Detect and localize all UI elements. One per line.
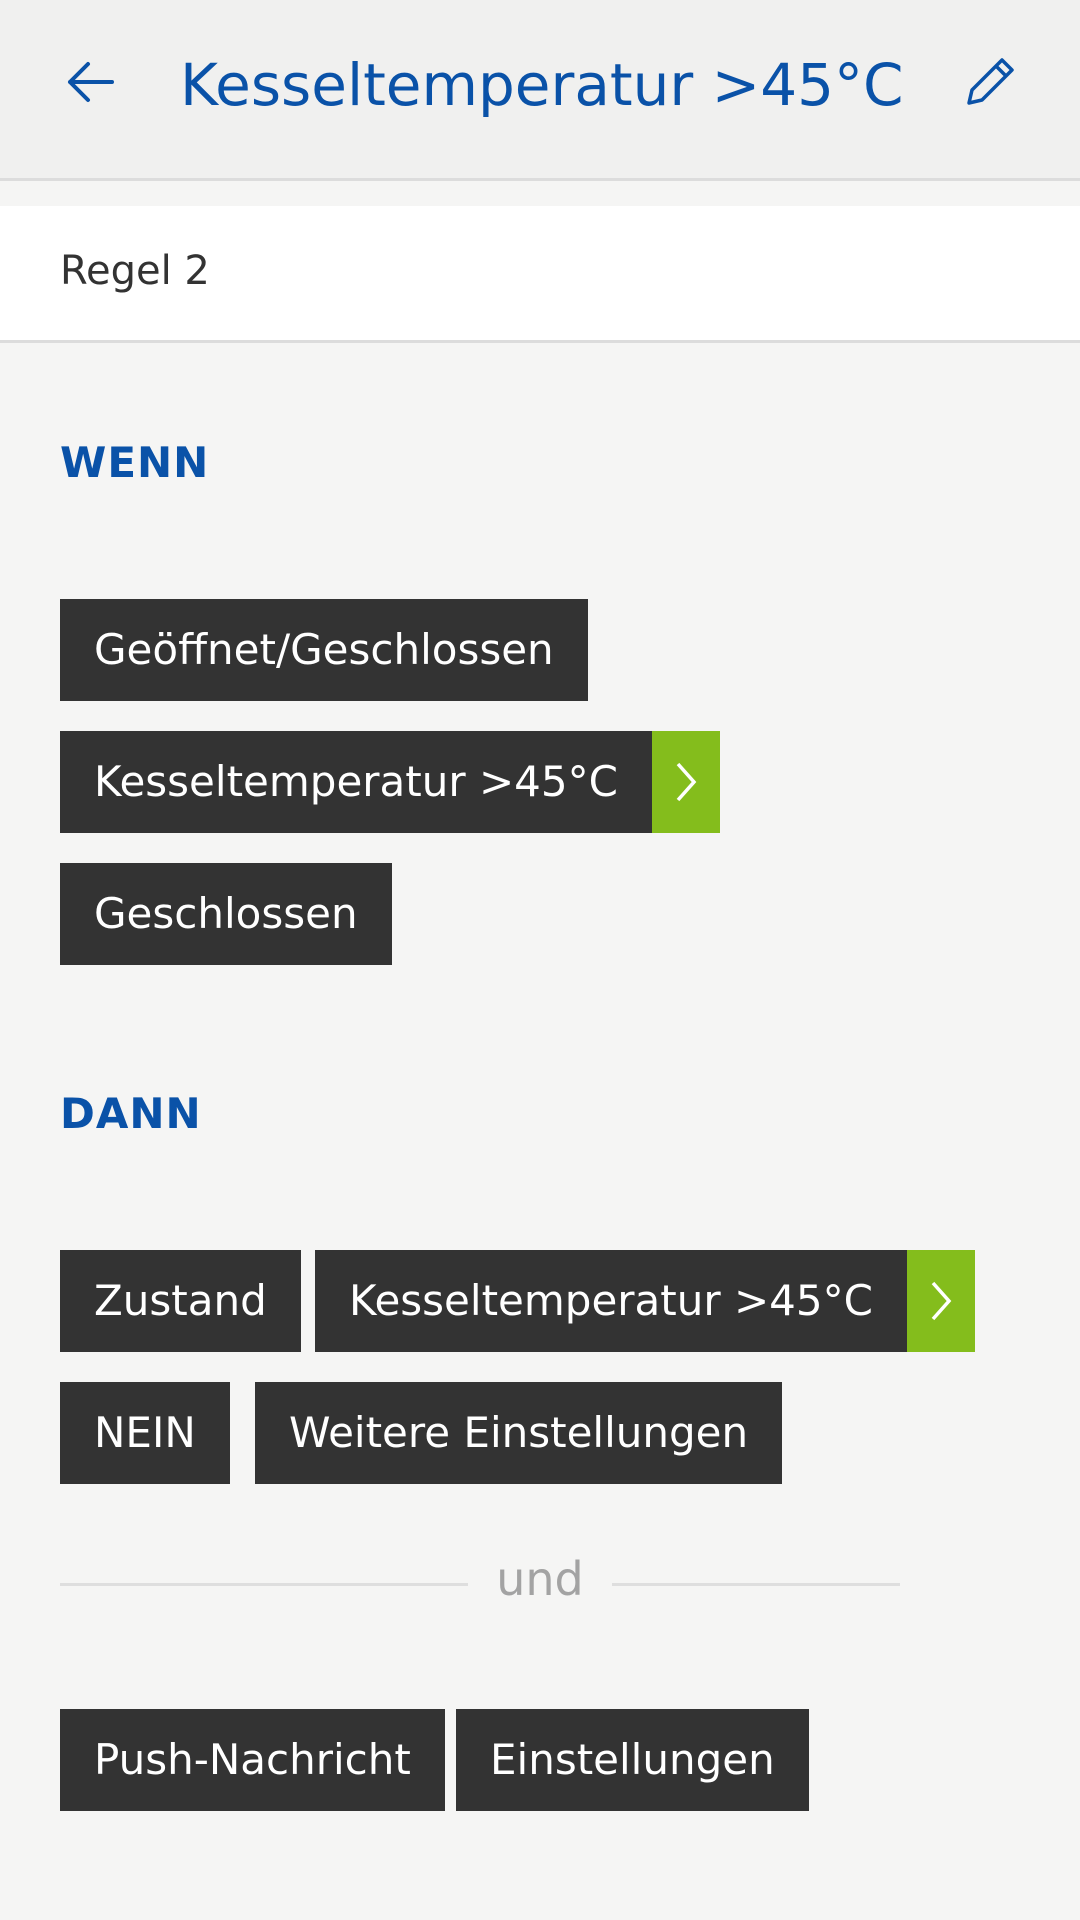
chevron-right-icon[interactable] (906, 1250, 975, 1352)
edit-button[interactable] (950, 42, 1030, 122)
chevron-right-icon[interactable] (651, 731, 720, 833)
chip-label: Weitere Einstellungen (289, 1408, 749, 1457)
chip-label: Kesseltemperatur >45°C (94, 757, 618, 806)
settings-button[interactable]: Einstellungen (456, 1709, 809, 1811)
divider-left (60, 1583, 468, 1586)
und-separator: und (496, 1552, 584, 1606)
chip-label: Geschlossen (94, 889, 358, 938)
arrow-left-icon (68, 62, 114, 102)
rule-name-bar[interactable]: Regel 2 (0, 206, 1080, 343)
condition-chip-device[interactable]: Kesseltemperatur >45°C (60, 731, 720, 833)
action-chip-device[interactable]: Kesseltemperatur >45°C (315, 1250, 975, 1352)
divider-right (612, 1583, 900, 1586)
further-settings-button[interactable]: Weitere Einstellungen (255, 1382, 783, 1484)
rule-name: Regel 2 (60, 248, 210, 294)
condition-chip-type[interactable]: Geöffnet/Geschlossen (60, 599, 588, 701)
condition-chip-state[interactable]: Geschlossen (60, 863, 392, 965)
chip-label: Kesseltemperatur >45°C (349, 1276, 873, 1325)
dann-heading: DANN (60, 1089, 202, 1138)
chip-label: Einstellungen (490, 1735, 775, 1784)
page-title: Kesseltemperatur >45°C (180, 51, 904, 119)
action-chip-zustand[interactable]: Zustand (60, 1250, 301, 1352)
chip-label: Zustand (94, 1276, 267, 1325)
push-notification-chip[interactable]: Push-Nachricht (60, 1709, 445, 1811)
pencil-icon (967, 58, 1014, 105)
chip-label: Geöffnet/Geschlossen (94, 625, 554, 674)
action-chip-value[interactable]: NEIN (60, 1382, 230, 1484)
back-button[interactable] (50, 42, 130, 122)
chip-label: Push-Nachricht (94, 1735, 411, 1784)
app-bar: Kesseltemperatur >45°C (0, 0, 1080, 181)
chip-label: NEIN (94, 1408, 196, 1457)
wenn-heading: WENN (60, 438, 210, 487)
